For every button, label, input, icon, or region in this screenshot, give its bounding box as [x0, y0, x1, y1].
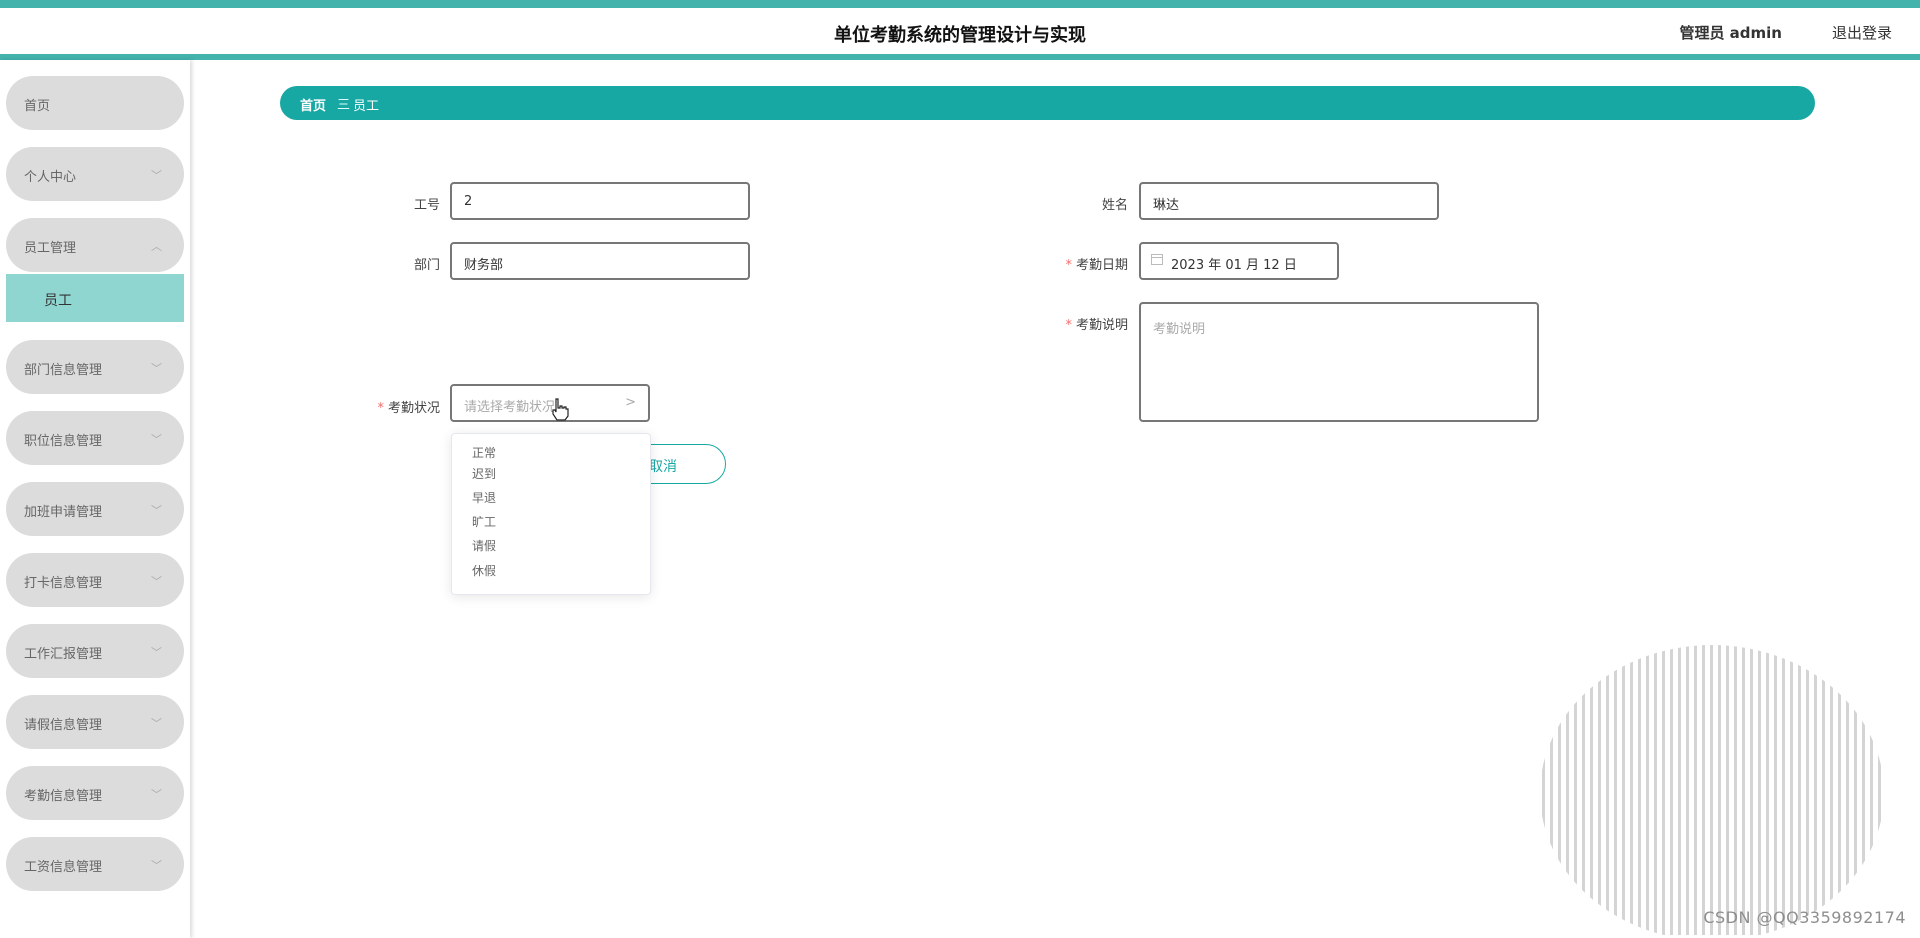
- sidebar-item-clock-in-info[interactable]: 打卡信息管理 ﹀: [6, 553, 184, 607]
- decorative-striped-circle: [1542, 645, 1881, 935]
- date-value: 2023 年 01 月 12 日: [1171, 258, 1297, 273]
- status-option-absent[interactable]: 旷工: [472, 513, 496, 530]
- sidebar-item-work-report[interactable]: 工作汇报管理 ﹀: [6, 624, 184, 678]
- hand-cursor-icon: [552, 398, 569, 421]
- sidebar-item-overtime-request[interactable]: 加班申请管理 ﹀: [6, 482, 184, 536]
- sidebar-item-employee-management[interactable]: 员工管理 ︿: [6, 218, 184, 272]
- status-option-leave[interactable]: 请假: [472, 537, 496, 554]
- logout-link[interactable]: 退出登录: [1832, 22, 1892, 43]
- sidebar-item-position-info[interactable]: 职位信息管理 ﹀: [6, 411, 184, 465]
- sidebar-item-label: 打卡信息管理: [24, 576, 103, 591]
- dept-field[interactable]: 财务部: [450, 242, 750, 280]
- desc-placeholder: 考勤说明: [1153, 322, 1206, 337]
- chevron-right-icon: >: [625, 395, 636, 410]
- status-option-normal[interactable]: 正常: [472, 444, 496, 461]
- chevron-down-icon: ﹀: [151, 646, 162, 659]
- chevron-down-icon: ﹀: [151, 169, 162, 182]
- chevron-up-icon: ︿: [151, 240, 162, 253]
- sidebar-item-label: 工作汇报管理: [24, 647, 103, 662]
- app-title: 单位考勤系统的管理设计与实现: [834, 25, 1086, 46]
- sidebar: 首页 个人中心 ﹀ 员工管理 ︿ 员工 部门信息管理 ﹀ 职位信息管理 ﹀ 加班…: [0, 60, 190, 938]
- sidebar-subitem-label: 员工: [44, 293, 72, 309]
- sidebar-item-personal-center[interactable]: 个人中心 ﹀: [6, 147, 184, 201]
- sidebar-item-department-info[interactable]: 部门信息管理 ﹀: [6, 340, 184, 394]
- sidebar-item-label: 首页: [24, 99, 51, 114]
- top-bar: 单位考勤系统的管理设计与实现 管理员 admin 退出登录: [0, 0, 1920, 60]
- sidebar-item-leave-info[interactable]: 请假信息管理 ﹀: [6, 695, 184, 749]
- cancel-button-label: 取消: [649, 459, 677, 475]
- sidebar-item-home[interactable]: 首页: [6, 76, 184, 130]
- sidebar-item-salary-info[interactable]: 工资信息管理 ﹀: [6, 837, 184, 891]
- dept-value: 财务部: [464, 258, 504, 273]
- breadcrumb-separator: 三: [337, 98, 351, 113]
- sidebar-item-label: 个人中心: [24, 170, 77, 185]
- name-label: 姓名: [1101, 198, 1128, 213]
- current-user-label: 管理员 admin: [1679, 24, 1782, 42]
- watermark: CSDN @QQ3359892174: [1703, 908, 1906, 927]
- sidebar-item-attendance-info[interactable]: 考勤信息管理 ﹀: [6, 766, 184, 820]
- sidebar-item-label: 加班申请管理: [24, 505, 103, 520]
- status-dropdown: 正常 迟到 早退 旷工 请假 休假: [451, 433, 651, 595]
- emp-no-field[interactable]: 2: [450, 182, 750, 220]
- sidebar-item-label: 部门信息管理: [24, 363, 103, 378]
- breadcrumb: 首页 三 员工: [280, 86, 1815, 120]
- chevron-down-icon: ﹀: [151, 859, 162, 872]
- chevron-down-icon: ﹀: [151, 788, 162, 801]
- chevron-down-icon: ﹀: [151, 504, 162, 517]
- desc-label: * 考勤说明: [1065, 318, 1128, 333]
- name-field[interactable]: 琳达: [1139, 182, 1439, 220]
- chevron-down-icon: ﹀: [151, 433, 162, 446]
- status-option-vacation[interactable]: 休假: [472, 562, 496, 579]
- breadcrumb-current: 员工: [353, 99, 380, 114]
- chevron-down-icon: ﹀: [151, 575, 162, 588]
- chevron-down-icon: ﹀: [151, 362, 162, 375]
- chevron-down-icon: ﹀: [151, 717, 162, 730]
- breadcrumb-home[interactable]: 首页: [300, 95, 326, 114]
- sidebar-item-label: 员工管理: [24, 241, 77, 256]
- name-value: 琳达: [1153, 198, 1180, 213]
- emp-no-label: 工号: [413, 198, 440, 213]
- status-option-early-leave[interactable]: 早退: [472, 489, 496, 506]
- desc-textarea[interactable]: 考勤说明: [1139, 302, 1539, 422]
- emp-no-value: 2: [464, 194, 473, 209]
- calendar-icon: [1151, 254, 1163, 265]
- sidebar-item-label: 工资信息管理: [24, 860, 103, 875]
- status-label: * 考勤状况: [377, 401, 440, 416]
- sidebar-item-label: 考勤信息管理: [24, 789, 103, 804]
- date-picker[interactable]: 2023 年 01 月 12 日: [1139, 242, 1339, 280]
- sidebar-item-label: 请假信息管理: [24, 718, 103, 733]
- sidebar-subitem-employee[interactable]: 员工: [6, 274, 184, 322]
- date-label: * 考勤日期: [1065, 258, 1128, 273]
- dept-label: 部门: [413, 258, 440, 273]
- status-placeholder: 请选择考勤状况: [464, 400, 556, 415]
- sidebar-item-label: 职位信息管理: [24, 434, 103, 449]
- status-option-late[interactable]: 迟到: [472, 465, 496, 482]
